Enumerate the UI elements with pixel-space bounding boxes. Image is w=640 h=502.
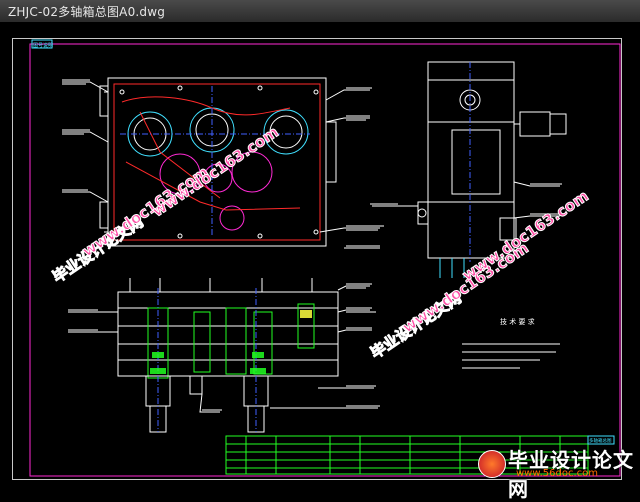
side-view-labels bbox=[370, 183, 564, 215]
tech-requirements-title: 技 术 要 求 bbox=[500, 317, 535, 326]
brand-logo: 毕业设计论文网 www.56doc.com bbox=[474, 444, 634, 501]
drawing-canvas[interactable]: 图号说明 技 术 要 求 多轴箱总图 毕业设计论文网 www.doc163.co… bbox=[0, 22, 640, 501]
side-view bbox=[372, 61, 567, 278]
inner-frame bbox=[29, 43, 621, 477]
brand-url: www.56doc.com bbox=[516, 468, 599, 479]
corner-tag-text: 图号说明 bbox=[33, 42, 53, 49]
title-bar: ZHJC-02多轴箱总图A0.dwg bbox=[0, 0, 640, 23]
tech-requirements-lines bbox=[462, 343, 560, 369]
title-block-tag: 多轴箱总图 bbox=[589, 437, 612, 444]
section-view bbox=[68, 278, 378, 433]
section-hatch bbox=[150, 310, 312, 374]
window-title: ZHJC-02多轴箱总图A0.dwg bbox=[8, 5, 166, 19]
brand-emblem-icon bbox=[478, 450, 506, 478]
section-view-labels bbox=[68, 283, 380, 411]
